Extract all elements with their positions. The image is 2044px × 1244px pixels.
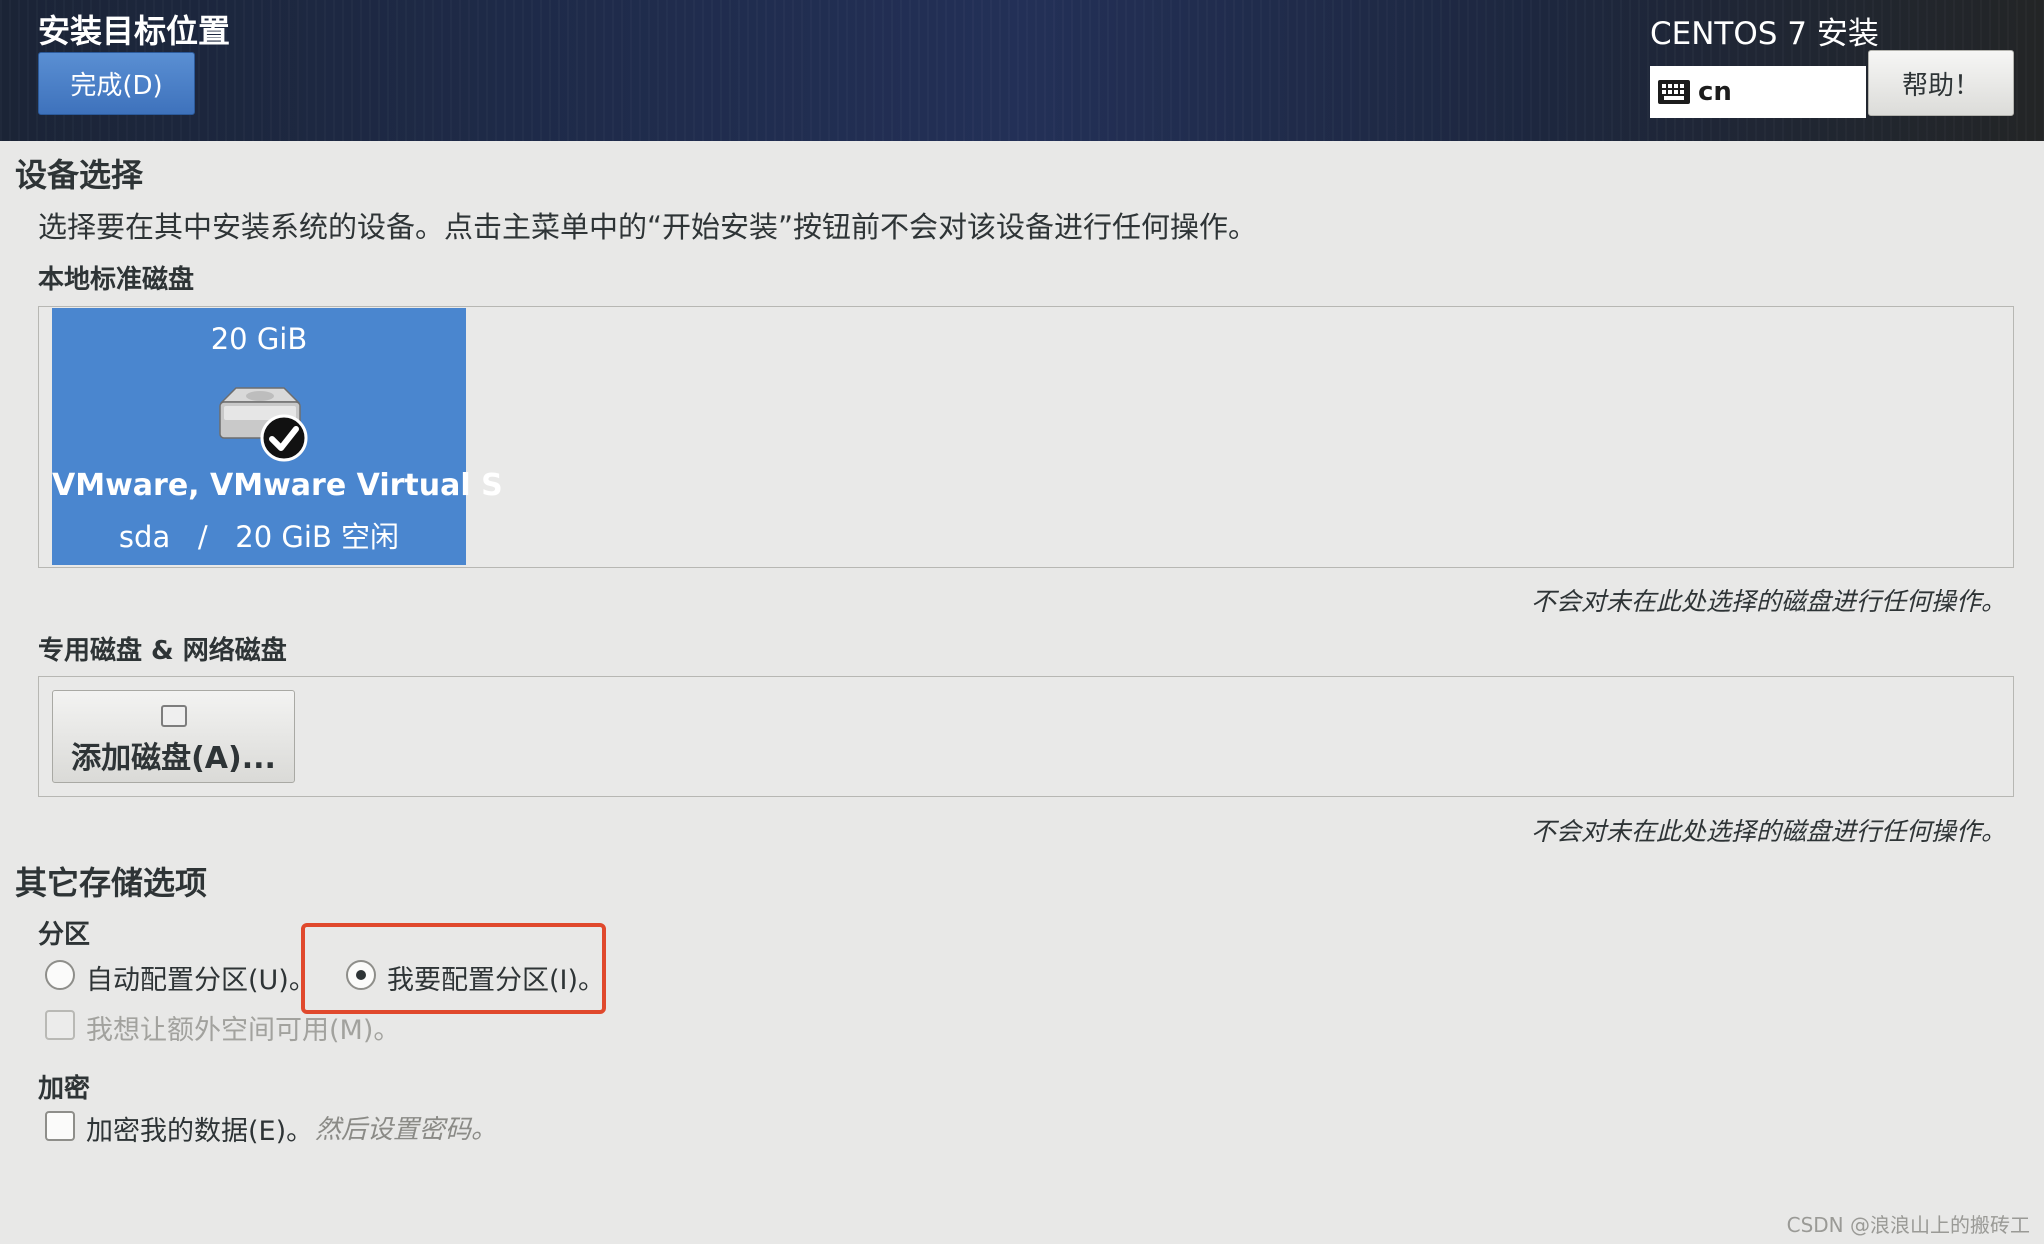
encrypt-hint: 然后设置密码。 bbox=[315, 1115, 498, 1145]
header-bar: 安装目标位置 完成(D) CENTOS 7 安装 cn 帮助！ bbox=[0, 0, 2044, 141]
auto-partition-radio[interactable] bbox=[45, 960, 75, 990]
local-disks-heading: 本地标准磁盘 bbox=[38, 265, 195, 295]
keyboard-icon bbox=[1658, 80, 1690, 104]
specialized-disks-note: 不会对未在此处选择的磁盘进行任何操作。 bbox=[1530, 817, 2006, 846]
annotation-highlight-box bbox=[301, 923, 606, 1014]
hard-disk-checked-icon bbox=[219, 387, 308, 462]
product-title: CENTOS 7 安装 bbox=[1650, 16, 1879, 52]
specialized-disks-panel bbox=[38, 676, 2014, 797]
local-disks-note: 不会对未在此处选择的磁盘进行任何操作。 bbox=[1530, 587, 2006, 616]
spoke-title: 安装目标位置 bbox=[38, 12, 231, 50]
extra-space-checkbox[interactable] bbox=[45, 1010, 75, 1040]
disk-name: VMware, VMware Virtual S bbox=[52, 468, 503, 503]
auto-partition-label[interactable]: 自动配置分区(U)。 bbox=[86, 958, 316, 997]
device-selection-heading: 设备选择 bbox=[15, 156, 144, 194]
keyboard-layout-label: cn bbox=[1698, 77, 1732, 107]
disk-tile-sda[interactable]: 20 GiB VMware, VMware Virtual S sda / 20… bbox=[52, 308, 503, 565]
disk-icon bbox=[161, 705, 187, 727]
encrypt-data-checkbox[interactable] bbox=[45, 1111, 75, 1141]
add-disk-button[interactable]: 添加磁盘(A)... bbox=[52, 690, 295, 783]
disk-size: 20 GiB bbox=[210, 322, 308, 356]
disk-info: sda / 20 GiB 空闲 bbox=[118, 520, 400, 554]
extra-space-label[interactable]: 我想让额外空间可用(M)。 bbox=[86, 1008, 400, 1047]
add-disk-label: 添加磁盘(A)... bbox=[71, 741, 276, 776]
encryption-heading: 加密 bbox=[38, 1074, 91, 1104]
help-button[interactable]: 帮助！ bbox=[1868, 50, 2014, 116]
encrypt-data-label[interactable]: 加密我的数据(E)。 bbox=[86, 1109, 313, 1148]
done-button[interactable]: 完成(D) bbox=[38, 52, 195, 115]
keyboard-layout-indicator[interactable]: cn bbox=[1650, 66, 1866, 118]
partitioning-heading: 分区 bbox=[38, 920, 91, 950]
other-storage-heading: 其它存储选项 bbox=[15, 864, 208, 902]
specialized-disks-heading: 专用磁盘 & 网络磁盘 bbox=[38, 636, 287, 666]
watermark: CSDN @浪浪山上的搬砖工 bbox=[1786, 1213, 2030, 1237]
device-selection-description: 选择要在其中安装系统的设备。点击主菜单中的“开始安装”按钮前不会对该设备进行任何… bbox=[38, 210, 1258, 244]
